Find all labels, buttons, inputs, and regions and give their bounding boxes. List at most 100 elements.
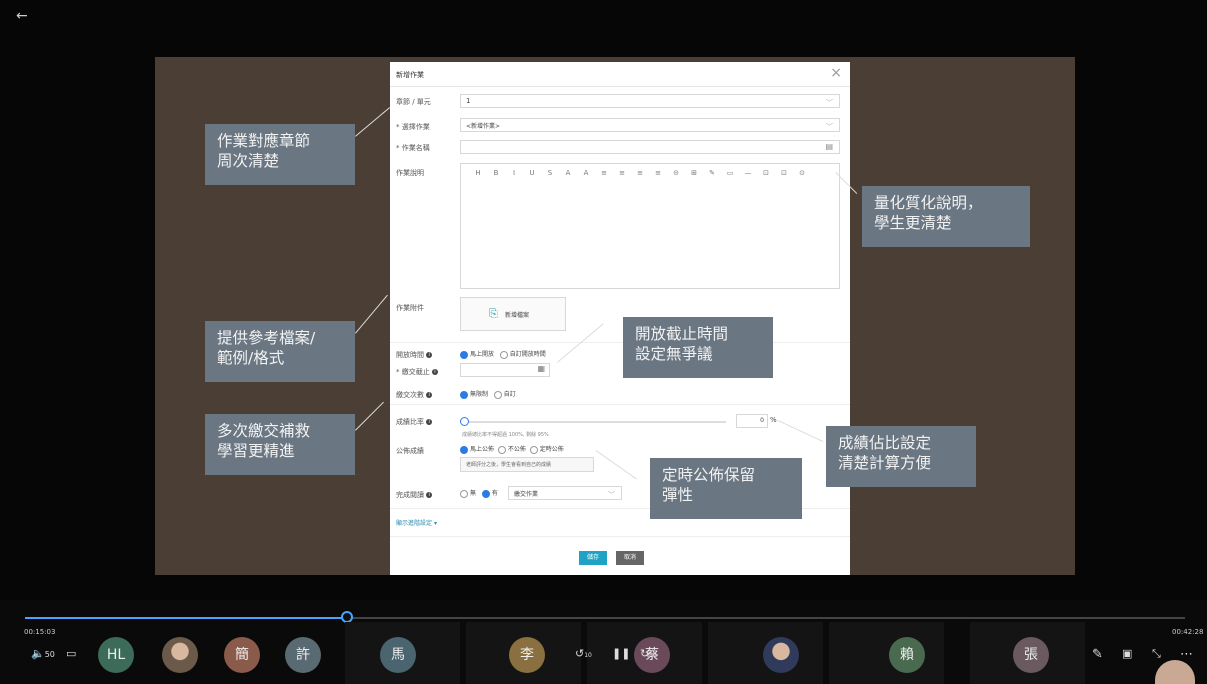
callout-score: 成績佔比設定 清楚計算方便 (826, 426, 976, 487)
file-add-icon: ⎘ (489, 307, 498, 320)
progress-fill (25, 617, 347, 619)
toolbar-button[interactable]: A (577, 169, 595, 177)
cancel-button[interactable]: 取消 (616, 551, 644, 565)
info-icon: i (426, 352, 433, 358)
radio-open-now[interactable] (460, 350, 468, 359)
callout-chapter: 作業對應章節 周次清楚 (205, 124, 355, 185)
advanced-settings-link[interactable]: 顯示進階設定 ▾ (396, 518, 437, 527)
score-slider-track[interactable] (462, 421, 726, 423)
radio-done-no[interactable] (460, 489, 468, 498)
chapter-select[interactable]: 1 ﹀ (460, 94, 840, 108)
pen-icon[interactable]: ✎ (1092, 647, 1103, 662)
publish-note-text: 老師評分之後，學生會看到自己的成績 (466, 462, 552, 468)
deadline-label: * 繳交截止 i (396, 367, 454, 377)
add-file-button[interactable]: ⎘ 新增檔案 (460, 297, 566, 331)
close-icon[interactable]: × (830, 65, 842, 81)
toolbar-button[interactable]: I (505, 169, 523, 177)
volume-control[interactable]: 🔈50 (31, 647, 55, 660)
radio-open-custom[interactable] (499, 350, 508, 359)
open-custom-label: 自訂開放時間 (509, 351, 546, 358)
deadline-label-text: * 繳交截止 (396, 368, 430, 376)
score-input[interactable]: 0 (736, 414, 768, 428)
info-icon: i (426, 492, 433, 498)
radio-custom[interactable] (493, 390, 502, 399)
participant-avatar: 張 (1013, 637, 1049, 673)
forward-button[interactable]: ↻30 (640, 647, 657, 660)
chapter-value: 1 (466, 97, 471, 105)
homework-name-input[interactable]: ▤ (460, 140, 840, 154)
done-label-text: 完成閱讀 (396, 491, 424, 499)
toolbar-button[interactable]: ▭ (721, 169, 739, 177)
toolbar-button[interactable]: ⊞ (685, 169, 703, 177)
toolbar-button[interactable]: ✎ (703, 169, 721, 177)
radio-done-yes[interactable] (481, 489, 490, 498)
done-yes-label: 有 (491, 490, 498, 497)
homework-select[interactable]: <新增作業> ﹀ (460, 118, 840, 132)
toolbar-button[interactable]: — (739, 169, 757, 177)
publish-label: 公佈成績 (396, 447, 424, 455)
publish-options: 馬上公佈 不公佈 定時公佈 (460, 444, 564, 454)
calendar-icon[interactable]: ▦ (537, 364, 545, 373)
toolbar-button[interactable]: S (541, 169, 559, 177)
time-total: 00:42:28 (1172, 628, 1204, 636)
editor-toolbar: H B I U S A A ≡ ≡ ≡ ≡ ⊝ ⊞ ✎ ▭ — ⊡ ⊡ ⊙ (469, 169, 829, 177)
radio-unlimited[interactable] (460, 390, 468, 399)
done-label: 完成閱讀 i (396, 490, 454, 500)
score-ratio-label-text: 成績比率 (396, 418, 424, 426)
toolbar-button[interactable]: ≡ (613, 169, 631, 177)
toolbar-button[interactable]: ≡ (595, 169, 613, 177)
participant-tile (829, 622, 944, 684)
rewind-button[interactable]: ↺10 (575, 647, 592, 660)
list-icon: ▤ (825, 142, 833, 151)
caption-icon[interactable]: ▭ (66, 647, 76, 660)
submit-times-label: 繳交次數 i (396, 390, 454, 400)
back-arrow-icon[interactable]: ← (16, 8, 28, 24)
callout-submit-times: 多次繳交補救 學習更精進 (205, 414, 355, 475)
deadline-input[interactable]: ▦ (460, 363, 550, 377)
score-unit: % (770, 416, 777, 424)
open-now-label: 馬上開放 (470, 351, 495, 358)
done-no-label: 無 (470, 490, 477, 497)
forward-seconds: 30 (649, 652, 657, 659)
pip-icon[interactable]: ▣ (1122, 647, 1132, 660)
homework-value: <新增作業> (466, 123, 501, 130)
toolbar-button[interactable]: ≡ (631, 169, 649, 177)
toolbar-button[interactable]: U (523, 169, 541, 177)
participant-photo-avatar (763, 637, 799, 673)
rewind-seconds: 10 (584, 652, 592, 659)
shrink-icon[interactable]: ⤡ (1152, 647, 1161, 661)
toolbar-button[interactable]: B (487, 169, 505, 177)
toolbar-button[interactable]: ≡ (649, 169, 667, 177)
toolbar-button[interactable]: ⊡ (757, 169, 775, 177)
toolbar-button[interactable]: A (559, 169, 577, 177)
submit-times-label-text: 繳交次數 (396, 391, 424, 399)
chevron-down-icon: ﹀ (608, 491, 615, 499)
participant-avatar: HL (98, 637, 134, 673)
score-hint: 成績總比率不得超過 100%, 剩餘 95% (462, 432, 549, 438)
toolbar-button[interactable]: H (469, 169, 487, 177)
radio-publish-no[interactable] (497, 445, 506, 454)
participant-avatar: 李 (509, 637, 545, 673)
done-options: 無 有 (460, 488, 498, 498)
radio-publish-now[interactable] (460, 445, 468, 454)
done-select-value: 繳交作業 (514, 491, 539, 498)
divider (390, 86, 850, 87)
toolbar-button[interactable]: ⊡ (775, 169, 793, 177)
participant-photo-avatar (162, 637, 198, 673)
radio-publish-scheduled[interactable] (529, 445, 538, 454)
participant-avatar: 許 (285, 637, 321, 673)
description-editor[interactable]: H B I U S A A ≡ ≡ ≡ ≡ ⊝ ⊞ ✎ ▭ — ⊡ ⊡ ⊙ (460, 163, 840, 289)
pause-icon[interactable]: ❚❚ (612, 647, 630, 660)
more-icon[interactable]: ⋯ (1180, 647, 1193, 662)
done-select[interactable]: 繳交作業 ﹀ (508, 486, 622, 500)
publish-now-label: 馬上公佈 (470, 446, 495, 453)
publish-note: 老師評分之後，學生會看到自己的成績 (460, 457, 594, 472)
score-slider-handle[interactable] (460, 417, 469, 426)
save-button[interactable]: 儲存 (579, 551, 607, 565)
score-value: 0 (760, 417, 764, 424)
toolbar-button[interactable]: ⊝ (667, 169, 685, 177)
publish-no-label: 不公佈 (507, 446, 526, 453)
chevron-down-icon: ﹀ (826, 123, 833, 131)
toolbar-button[interactable]: ⊙ (793, 169, 811, 177)
divider (390, 536, 850, 537)
